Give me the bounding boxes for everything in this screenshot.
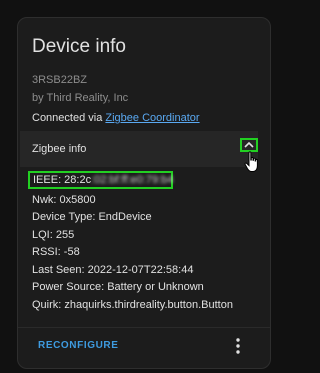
card-actions-divider [18, 327, 270, 328]
connected-via-label: Connected via [32, 112, 106, 124]
expand-toggle-button[interactable] [240, 138, 258, 152]
device-manufacturer: by Third Reality, Inc [32, 92, 129, 104]
ieee-spacer [32, 174, 233, 192]
device-type-line: Device Type: EndDevice [32, 211, 152, 223]
lqi-line: LQI: 255 [32, 228, 75, 241]
zigbee-info-header[interactable]: Zigbee info [20, 131, 258, 167]
zigbee-info-details: Nwk: 0x5800 Device Type: EndDevice LQI: … [32, 174, 233, 314]
connected-via: Connected via Zigbee Coordinator [32, 112, 200, 124]
zigbee-info-title: Zigbee info [32, 143, 87, 155]
chevron-up-icon [244, 141, 254, 148]
device-info-card: Device info 3RSB22BZ by Third Reality, I… [17, 17, 271, 369]
hand-cursor-icon [244, 151, 258, 172]
device-model: 3RSB22BZ [32, 74, 88, 86]
more-vertical-icon[interactable] [234, 337, 242, 355]
power-source-line: Power Source: Battery or Unknown [32, 281, 204, 293]
card-title: Device info [32, 36, 126, 57]
zigbee-coordinator-link[interactable]: Zigbee Coordinator [105, 112, 199, 124]
reconfigure-button[interactable]: RECONFIGURE [38, 340, 119, 351]
rssi-line: RSSI: -58 [32, 246, 80, 258]
last-seen-line: Last Seen: 2022-12-07T22:58:44 [32, 263, 194, 276]
nwk-line: Nwk: 0x5800 [32, 193, 96, 206]
quirk-line: Quirk: zhaquirks.thirdreality.button.But… [32, 298, 233, 311]
